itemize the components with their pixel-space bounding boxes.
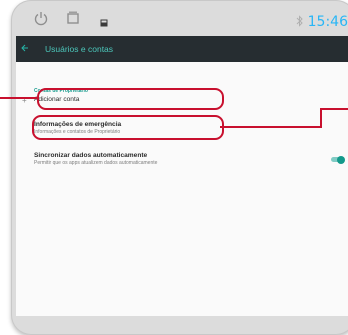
callout-line-right-top — [320, 108, 348, 110]
callout-emergency-info — [32, 115, 224, 140]
page-title: Usuários e contas — [45, 44, 114, 54]
arrow-back-icon[interactable] — [21, 43, 35, 55]
power-icon[interactable] — [34, 11, 48, 32]
callout-add-account — [37, 88, 224, 110]
app-bar: Usuários e contas — [16, 36, 348, 62]
recent-apps-icon[interactable] — [66, 11, 80, 30]
item-subtitle: Permitir que os apps atualizem dados aut… — [34, 160, 158, 166]
bluetooth-icon — [296, 14, 304, 32]
callout-line-left — [0, 97, 37, 99]
auto-sync-item[interactable]: Sincronizar dados automaticamente Permit… — [34, 152, 157, 166]
item-title: Sincronizar dados automaticamente — [34, 152, 148, 159]
auto-sync-toggle[interactable] — [331, 155, 345, 164]
clock: 15:46 — [307, 14, 348, 30]
status-bar: 15:46 — [22, 6, 348, 36]
callout-line-right-h — [220, 126, 322, 128]
toggle-knob — [337, 155, 345, 164]
settings-screen: Usuários e contas Contas de Proprietário… — [16, 36, 348, 316]
callout-line-right-v — [320, 108, 322, 128]
notification-icon — [100, 14, 108, 32]
